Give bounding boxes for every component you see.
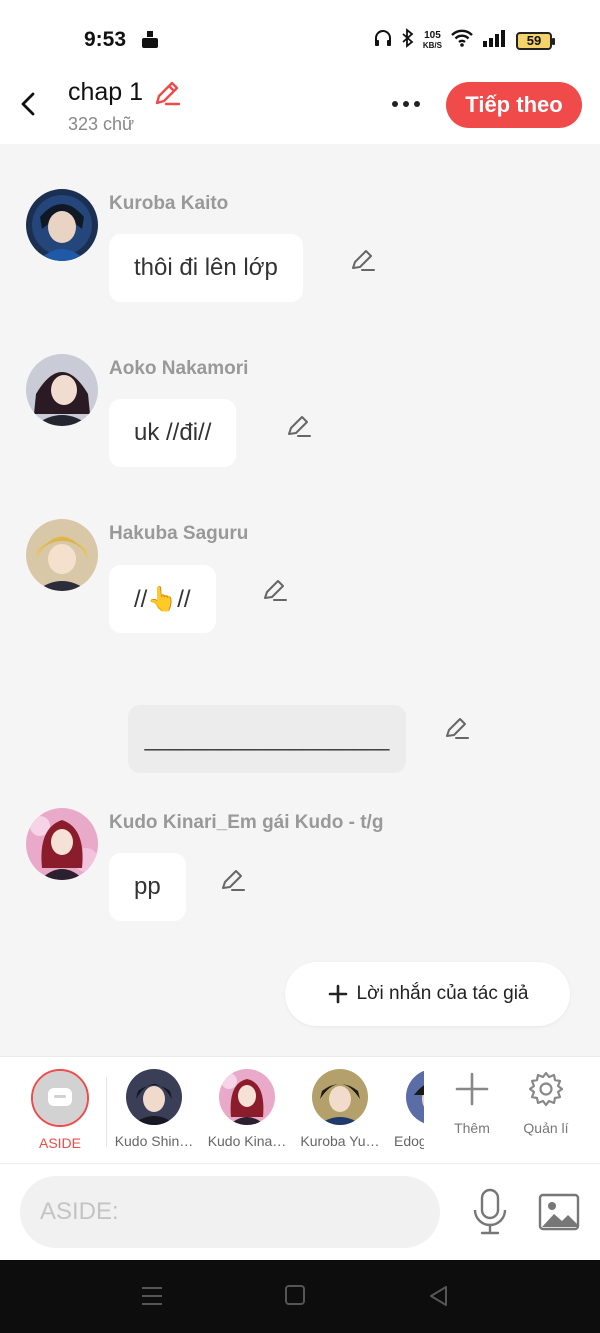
character-item[interactable]: Kuroba Yu… [295, 1069, 385, 1149]
character-item[interactable]: Edog [388, 1069, 424, 1149]
add-label: Thêm [454, 1120, 490, 1136]
sender-name: Hakuba Saguru [109, 523, 249, 544]
chat-bubble-icon [48, 1088, 72, 1106]
message-item: Kuroba Kaito thôi đi lên lớp [0, 186, 600, 306]
back-triangle-icon [430, 1286, 447, 1306]
battery-indicator: 59 [516, 31, 555, 50]
back-button[interactable] [14, 88, 42, 120]
avatar [312, 1069, 368, 1125]
plus-icon [328, 984, 347, 1004]
dot-icon [392, 101, 398, 107]
edit-icon[interactable] [349, 246, 377, 274]
message-bubble[interactable]: //👆// [109, 565, 216, 633]
menu-nav-button[interactable] [140, 1284, 166, 1310]
wifi-icon [450, 28, 474, 53]
author-note-label: Lời nhắn của tác giả [356, 983, 529, 1004]
message-bubble[interactable]: thôi đi lên lớp [109, 234, 303, 302]
microphone-icon [473, 1188, 507, 1235]
next-button[interactable]: Tiếp theo [446, 82, 582, 128]
message-item: Aoko Nakamori uk //đi// [0, 352, 600, 472]
network-speed-value: 105 [424, 29, 441, 41]
avatar[interactable] [26, 519, 98, 591]
character-label: ASIDE [38, 1135, 81, 1151]
microphone-button[interactable] [470, 1188, 510, 1236]
edit-title-icon[interactable] [152, 78, 182, 113]
aside-avatar [31, 1069, 89, 1127]
avatar[interactable] [26, 189, 98, 261]
divider [106, 1077, 107, 1147]
editor-header: chap 1 323 chữ Tiếp theo [0, 72, 600, 144]
edit-icon[interactable] [219, 866, 247, 894]
image-icon [538, 1193, 580, 1231]
back-nav-button[interactable] [428, 1284, 454, 1310]
character-aside[interactable]: ASIDE [15, 1069, 105, 1151]
input-bar [0, 1164, 600, 1260]
edit-icon[interactable] [261, 576, 289, 604]
status-icons: 105 KB/S 59 [373, 28, 555, 53]
edit-icon[interactable] [285, 412, 313, 440]
character-label: Kuroba Yu… [300, 1133, 380, 1149]
aside-divider-block[interactable]: ____________________ [128, 705, 406, 773]
message-item: Kudo Kinari_Em gái Kudo - t/g pp [0, 806, 600, 926]
sender-name: Kudo Kinari_Em gái Kudo - t/g [109, 812, 384, 833]
menu-icon [142, 1287, 162, 1305]
avatar [219, 1069, 275, 1125]
character-item[interactable]: Kudo Kina… [202, 1069, 292, 1149]
message-item: Hakuba Saguru //👆// [0, 518, 600, 638]
headphones-icon [373, 28, 393, 53]
character-bar: ASIDE Kudo Shin… Kudo Kina… Kuroba Yu… E… [0, 1056, 600, 1164]
avatar [406, 1069, 424, 1125]
sender-name: Kuroba Kaito [109, 193, 229, 214]
network-speed-unit: KB/S [422, 40, 442, 50]
cleaner-icon [140, 30, 160, 55]
status-bar: 9:53 105 KB/S 59 [0, 0, 600, 72]
character-item[interactable]: Kudo Shin… [109, 1069, 199, 1149]
word-count: 323 chữ [68, 114, 135, 134]
avatar [126, 1069, 182, 1125]
system-navigation-bar [0, 1260, 600, 1333]
plus-icon [455, 1072, 489, 1106]
sender-name: Aoko Nakamori [109, 358, 249, 379]
manage-label: Quản lí [523, 1120, 569, 1136]
avatar[interactable] [26, 354, 98, 426]
message-bubble[interactable]: pp [109, 853, 186, 921]
edit-icon[interactable] [443, 714, 471, 742]
gear-icon [528, 1071, 564, 1107]
home-square-icon [285, 1285, 305, 1305]
status-time: 9:53 [84, 28, 127, 51]
bluetooth-icon [401, 28, 415, 53]
add-character-button[interactable]: Thêm [437, 1071, 507, 1136]
character-label: Kudo Shin… [114, 1133, 194, 1149]
insert-image-button[interactable] [538, 1192, 580, 1232]
chapter-title[interactable]: chap 1 [68, 78, 143, 107]
character-label: Edog [394, 1133, 424, 1149]
avatar[interactable] [26, 808, 98, 880]
dot-icon [414, 101, 420, 107]
message-bubble[interactable]: uk //đi// [109, 399, 237, 467]
dot-icon [403, 101, 409, 107]
chevron-left-icon [21, 92, 35, 116]
network-speed: 105 KB/S [422, 29, 442, 51]
author-note-button[interactable]: Lời nhắn của tác giả [285, 962, 570, 1026]
message-input[interactable] [20, 1176, 440, 1248]
manage-characters-button[interactable]: Quản lí [511, 1071, 581, 1136]
character-label: Kudo Kina… [207, 1133, 287, 1149]
more-options-button[interactable] [386, 92, 426, 116]
signal-icon [482, 29, 508, 52]
home-nav-button[interactable] [284, 1284, 310, 1310]
